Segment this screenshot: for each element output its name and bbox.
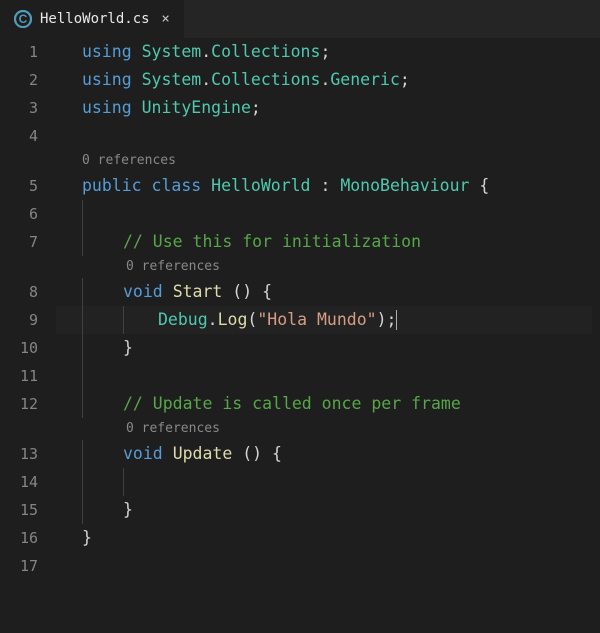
line-number: 8 xyxy=(0,278,38,306)
code-line[interactable]: } xyxy=(56,524,592,552)
line-number: 14 xyxy=(0,468,38,496)
line-number: 5 xyxy=(0,172,38,200)
code-line[interactable]: } xyxy=(56,496,592,524)
code-line[interactable]: using System.Collections.Generic; xyxy=(56,66,592,94)
code-line[interactable]: using UnityEngine; xyxy=(56,94,592,122)
line-number: 15 xyxy=(0,496,38,524)
codelens-references[interactable]: 0 references xyxy=(56,256,592,278)
code-line[interactable]: using System.Collections; xyxy=(56,38,592,66)
line-number: 11 xyxy=(0,362,38,390)
csharp-icon: C xyxy=(14,10,32,28)
tab-bar: C HelloWorld.cs × xyxy=(0,0,600,38)
codelens-references[interactable]: 0 references xyxy=(56,150,592,172)
close-icon[interactable]: × xyxy=(158,11,174,27)
code-line[interactable] xyxy=(56,552,592,580)
line-number: 10 xyxy=(0,334,38,362)
line-gutter: 1 2 3 4 5 6 7 8 9 10 11 12 13 14 15 16 1… xyxy=(0,38,56,633)
tab-filename: HelloWorld.cs xyxy=(40,11,150,27)
line-number: 12 xyxy=(0,390,38,418)
code-line[interactable]: public class HelloWorld : MonoBehaviour … xyxy=(56,172,592,200)
line-number: 17 xyxy=(0,552,38,580)
line-number: 16 xyxy=(0,524,38,552)
file-tab[interactable]: C HelloWorld.cs × xyxy=(0,0,185,38)
code-area[interactable]: using System.Collections; using System.C… xyxy=(56,38,600,633)
code-line[interactable] xyxy=(56,122,592,150)
code-line[interactable]: void Start () { xyxy=(56,278,592,306)
code-line[interactable]: } xyxy=(56,334,592,362)
line-number: 3 xyxy=(0,94,38,122)
line-number: 1 xyxy=(0,38,38,66)
code-line[interactable]: void Update () { xyxy=(56,440,592,468)
line-number: 4 xyxy=(0,122,38,150)
code-line[interactable]: // Update is called once per frame xyxy=(56,390,592,418)
code-line[interactable]: Debug.Log("Hola Mundo"); xyxy=(56,306,592,334)
line-number: 13 xyxy=(0,440,38,468)
code-line[interactable] xyxy=(56,362,592,390)
code-editor[interactable]: 1 2 3 4 5 6 7 8 9 10 11 12 13 14 15 16 1… xyxy=(0,38,600,633)
text-cursor xyxy=(396,310,397,330)
line-number: 7 xyxy=(0,228,38,256)
line-number: 6 xyxy=(0,200,38,228)
code-line[interactable] xyxy=(56,200,592,228)
code-line[interactable]: // Use this for initialization xyxy=(56,228,592,256)
line-number: 2 xyxy=(0,66,38,94)
codelens-references[interactable]: 0 references xyxy=(56,418,592,440)
line-number: 9 xyxy=(0,306,38,334)
code-line[interactable] xyxy=(56,468,592,496)
